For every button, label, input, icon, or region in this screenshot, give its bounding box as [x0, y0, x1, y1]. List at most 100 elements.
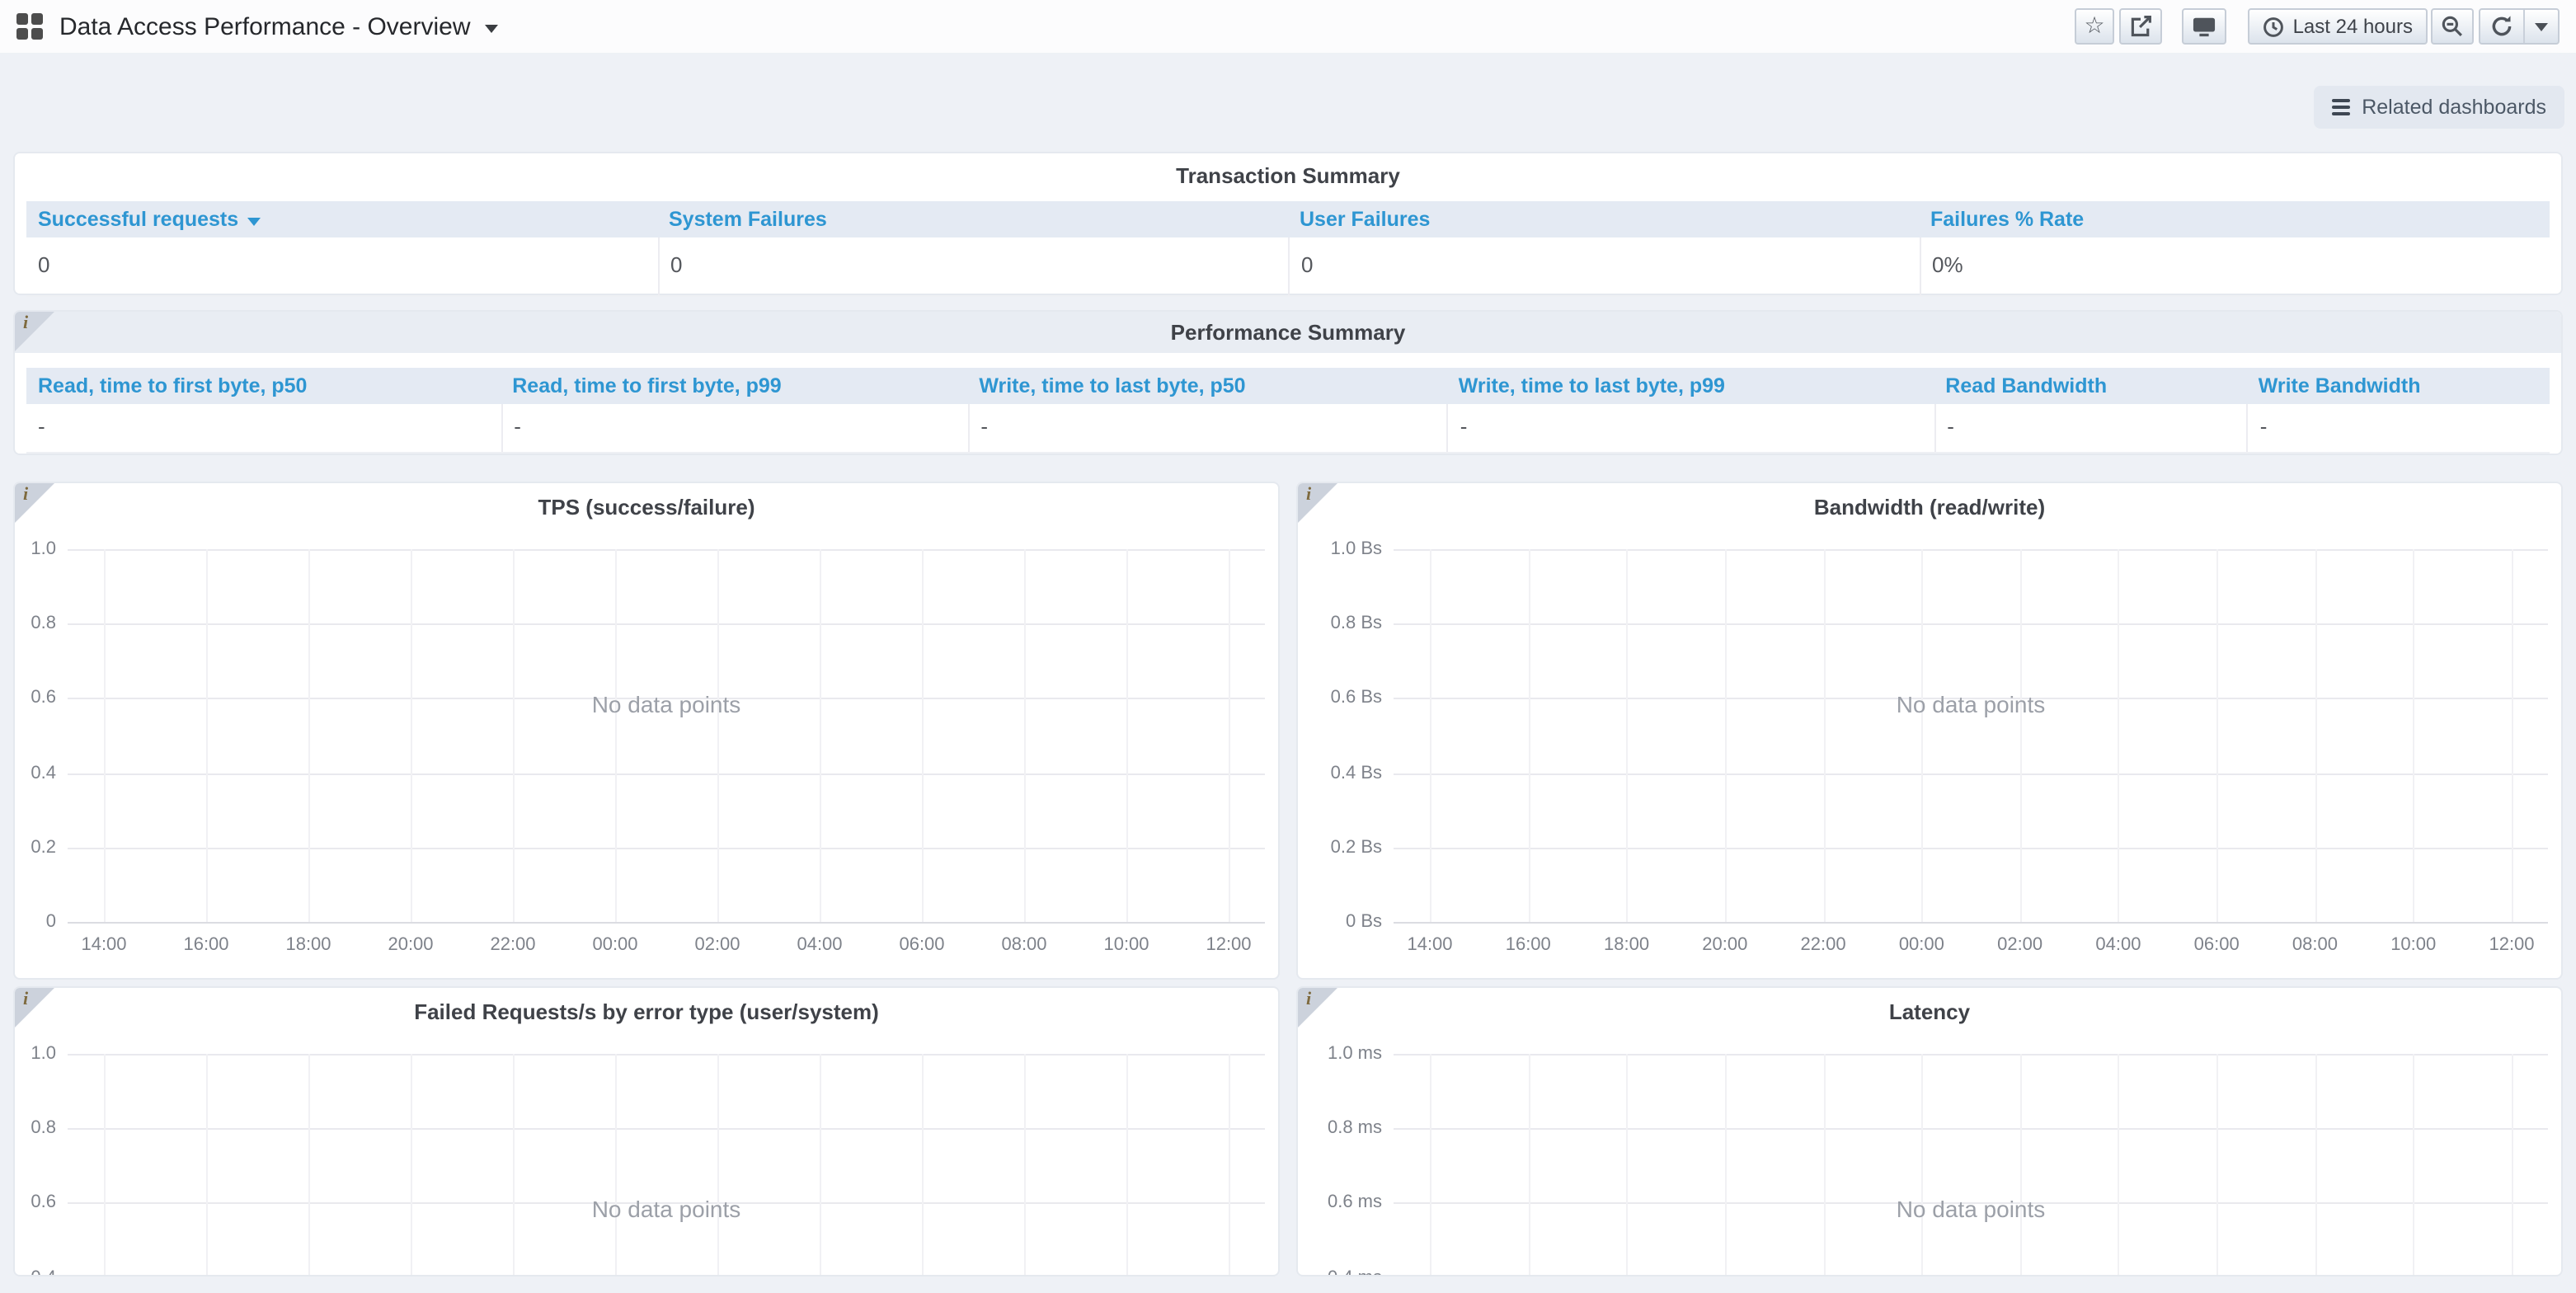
grid-line-vertical — [922, 549, 924, 922]
chevron-down-icon — [2535, 22, 2548, 31]
x-axis-tick-label: 06:00 — [2194, 935, 2240, 955]
column-header-failures-rate[interactable]: Failures % Rate — [1919, 201, 2550, 237]
column-header-system-failures[interactable]: System Failures — [657, 201, 1288, 237]
no-data-message: No data points — [1897, 691, 2046, 717]
chart-plot-area[interactable]: 1.0 ms0.8 ms0.6 ms0.4 ms0.2 ms0 ms14:001… — [1394, 1054, 2548, 1275]
refresh-icon[interactable] — [2480, 10, 2523, 43]
column-header-successful-requests[interactable]: Successful requests — [26, 201, 657, 237]
grid-line-vertical — [1229, 549, 1230, 922]
column-header-write-bandwidth[interactable]: Write Bandwidth — [2247, 368, 2550, 404]
y-axis-tick-label: 1.0 Bs — [1331, 539, 1382, 559]
grid-line-horizontal — [1394, 922, 2548, 924]
grid-line-horizontal — [68, 773, 1265, 774]
chevron-down-icon[interactable] — [486, 24, 499, 32]
grid-line-vertical — [513, 1054, 515, 1275]
panel-transaction-summary: Transaction Summary Successful requests … — [15, 153, 2561, 294]
star-icon: ☆ — [2084, 15, 2104, 38]
panel-title[interactable]: Performance Summary — [15, 312, 2561, 353]
grid-line-vertical — [2216, 1054, 2218, 1275]
panel-info-icon[interactable]: i — [15, 988, 54, 1027]
column-header-read-bandwidth[interactable]: Read Bandwidth — [1934, 368, 2246, 404]
y-axis-tick-label: 0.2 Bs — [1331, 838, 1382, 858]
grid-line-vertical — [104, 549, 106, 922]
clock-icon — [2263, 16, 2285, 37]
time-range-button[interactable]: Last 24 hours — [2249, 8, 2428, 45]
grid-line-vertical — [206, 549, 208, 922]
refresh-interval-dropdown[interactable] — [2523, 10, 2558, 43]
grid-line-vertical — [308, 1054, 310, 1275]
y-axis-tick-label: 0.4 Bs — [1331, 763, 1382, 783]
panel-title[interactable]: Latency — [1298, 988, 2561, 1024]
grid-line-vertical — [1823, 549, 1825, 922]
dashboard-grid-icon[interactable] — [16, 13, 43, 40]
panel-info-icon[interactable]: i — [1298, 483, 1337, 523]
x-axis-tick-label: 22:00 — [490, 935, 535, 955]
chart-plot-area[interactable]: 1.0 Bs0.8 Bs0.6 Bs0.4 Bs0.2 Bs0 Bs14:001… — [1394, 549, 2548, 922]
column-header-read-ttfb-p99[interactable]: Read, time to first byte, p99 — [501, 368, 967, 404]
time-range-label: Last 24 hours — [2293, 15, 2413, 38]
grid-line-vertical — [2020, 549, 2022, 922]
x-axis-tick-label: 02:00 — [1997, 935, 2042, 955]
grid-line-horizontal — [68, 549, 1265, 551]
grid-line-vertical — [1024, 1054, 1026, 1275]
column-header-write-ttlb-p99[interactable]: Write, time to last byte, p99 — [1447, 368, 1934, 404]
grid-line-vertical — [2512, 549, 2513, 922]
y-axis-tick-label: 0.8 ms — [1328, 1118, 1382, 1138]
grid-line-vertical — [922, 1054, 924, 1275]
grid-line-vertical — [1024, 549, 1026, 922]
cell-failures-rate: 0% — [1919, 237, 2550, 295]
share-button[interactable] — [2120, 8, 2163, 45]
zoom-out-button[interactable] — [2431, 8, 2474, 45]
chart-plot-area[interactable]: 1.00.80.60.40.2014:0016:0018:0020:0022:0… — [68, 1054, 1265, 1275]
cell-read-ttfb-p50: - — [26, 404, 501, 452]
panel-title[interactable]: Transaction Summary — [15, 163, 2561, 188]
star-button[interactable]: ☆ — [2074, 8, 2114, 45]
panel-title[interactable]: TPS (success/failure) — [15, 483, 1278, 520]
grid-line-vertical — [104, 1054, 106, 1275]
dashboard-page: Data Access Performance - Overview ☆ — [0, 0, 2576, 1293]
y-axis-tick-label: 0.6 — [31, 689, 56, 708]
panel-info-icon[interactable]: i — [15, 483, 54, 523]
x-axis-tick-label: 12:00 — [2489, 935, 2534, 955]
y-axis-tick-label: 0.8 — [31, 1118, 56, 1138]
x-axis-tick-label: 02:00 — [694, 935, 740, 955]
grid-line-vertical — [411, 1054, 412, 1275]
panel-info-icon[interactable]: i — [1298, 988, 1337, 1027]
grid-line-horizontal — [68, 1128, 1265, 1130]
chart-plot-area[interactable]: 1.00.80.60.40.2014:0016:0018:0020:0022:0… — [68, 549, 1265, 922]
table-row: 0 0 0 0% — [26, 237, 2550, 297]
column-header-user-failures[interactable]: User Failures — [1288, 201, 1919, 237]
x-axis-tick-label: 16:00 — [183, 935, 228, 955]
grid-line-vertical — [2315, 1054, 2316, 1275]
grid-line-vertical — [1627, 1054, 1629, 1275]
panel-title[interactable]: Failed Requests/s by error type (user/sy… — [15, 988, 1278, 1024]
cell-read-bandwidth: - — [1934, 404, 2246, 452]
x-axis-tick-label: 14:00 — [81, 935, 126, 955]
grid-line-horizontal — [1394, 773, 2548, 774]
grid-line-vertical — [1126, 549, 1128, 922]
refresh-button[interactable] — [2479, 8, 2560, 45]
grid-line-vertical — [615, 1054, 617, 1275]
x-axis-tick-label: 04:00 — [797, 935, 842, 955]
panel-tps: i TPS (success/failure) 1.00.80.60.40.20… — [15, 483, 1278, 978]
grid-line-horizontal — [68, 848, 1265, 849]
dashboard-title[interactable]: Data Access Performance - Overview — [59, 12, 471, 40]
y-axis-tick-label: 0 — [46, 912, 56, 932]
grid-line-horizontal — [68, 623, 1265, 625]
grid-line-vertical — [2512, 1054, 2513, 1275]
panel-info-icon[interactable]: i — [15, 312, 54, 351]
column-header-write-ttlb-p50[interactable]: Write, time to last byte, p50 — [967, 368, 1446, 404]
tv-mode-button[interactable] — [2183, 8, 2227, 45]
x-axis-tick-label: 18:00 — [1604, 935, 1649, 955]
grid-line-horizontal — [1394, 1128, 2548, 1130]
grid-line-vertical — [2414, 549, 2415, 922]
grid-line-vertical — [2118, 549, 2120, 922]
y-axis-tick-label: 0.6 — [31, 1193, 56, 1213]
related-dashboards-button[interactable]: Related dashboards — [2314, 86, 2564, 129]
panel-title[interactable]: Bandwidth (read/write) — [1298, 483, 2561, 520]
no-data-message: No data points — [592, 1196, 741, 1222]
y-axis-tick-label: 0 Bs — [1346, 912, 1382, 932]
column-header-read-ttfb-p50[interactable]: Read, time to first byte, p50 — [26, 368, 501, 404]
cell-system-failures: 0 — [657, 237, 1288, 295]
x-axis-tick-label: 10:00 — [2390, 935, 2436, 955]
